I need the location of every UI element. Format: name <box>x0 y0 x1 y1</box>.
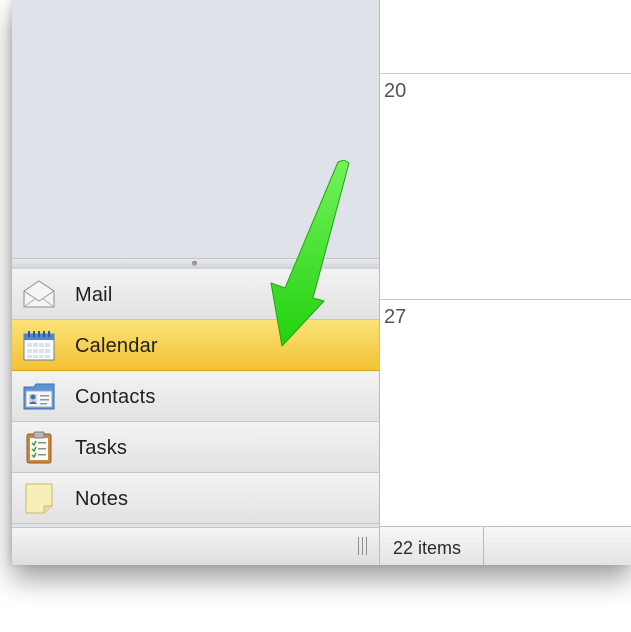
nav-item-contacts[interactable]: Contacts <box>12 371 379 422</box>
nav-item-label: Calendar <box>75 335 158 357</box>
mail-icon <box>23 280 55 308</box>
week-divider <box>380 73 631 74</box>
calendar-icon <box>23 331 55 361</box>
notes-icon <box>25 483 53 514</box>
nav-item-tasks[interactable]: Tasks <box>12 422 379 473</box>
nav-item-label: Contacts <box>75 386 156 408</box>
nav-item-label: Tasks <box>75 437 128 459</box>
item-count: 22 items <box>393 538 462 558</box>
status-bar: 22 items <box>380 526 631 565</box>
calendar-month-view: 20 27 22 items <box>380 0 631 565</box>
sidebar-bottom-bar <box>12 527 379 565</box>
resize-grip-icon[interactable] <box>358 537 370 555</box>
day-number[interactable]: 20 <box>384 80 406 103</box>
contacts-icon <box>23 383 55 410</box>
green-arrow-icon <box>270 160 350 347</box>
day-number[interactable]: 27 <box>384 306 406 329</box>
splitter-handle-icon[interactable] <box>192 261 197 266</box>
tasks-icon <box>26 431 52 464</box>
nav-item-label: Mail <box>75 284 113 306</box>
status-cell: 22 items <box>380 527 484 565</box>
nav-item-notes[interactable]: Notes <box>12 473 379 524</box>
nav-item-label: Notes <box>75 488 129 510</box>
week-divider <box>380 299 631 300</box>
